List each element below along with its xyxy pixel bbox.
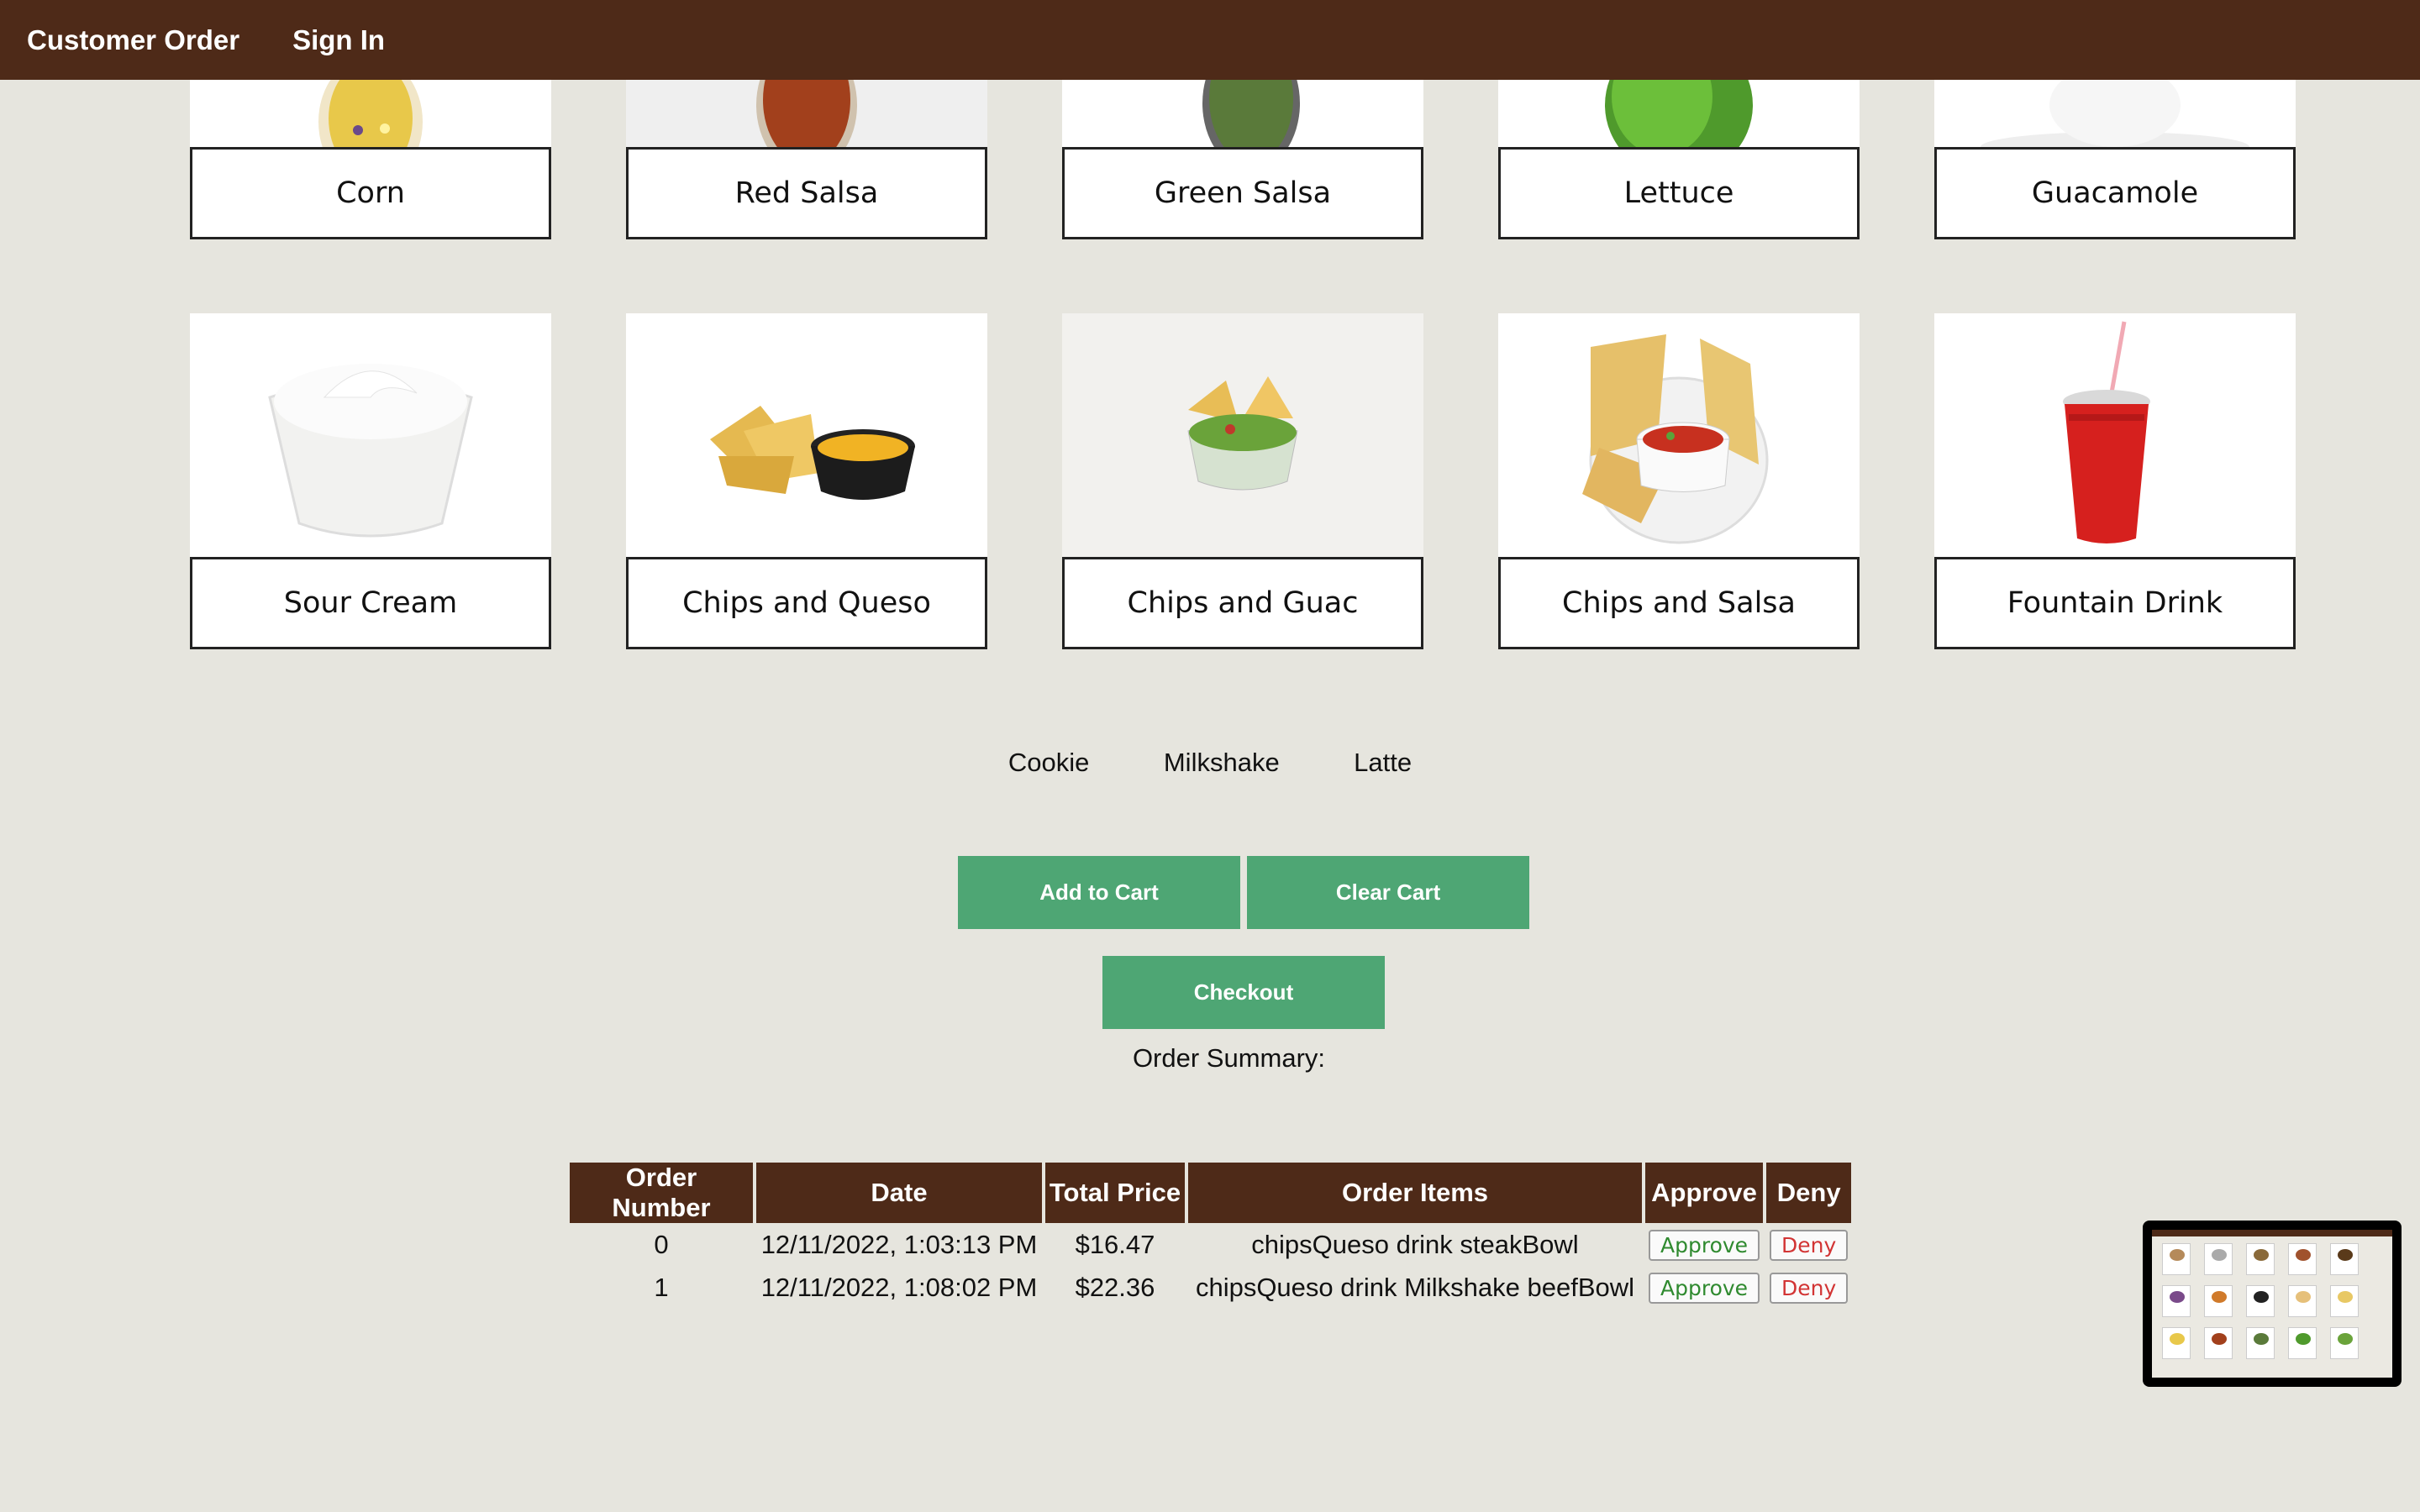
menu-item-label: Corn [190, 147, 551, 239]
menu-item-label: Sour Cream [190, 557, 551, 649]
sour-cream-image [190, 313, 551, 557]
order-total-cell: $22.36 [1075, 1272, 1155, 1302]
preview-cell [2162, 1285, 2191, 1317]
preview-cell [2330, 1285, 2359, 1317]
menu-item-chips-salsa[interactable]: Chips and Salsa [1498, 313, 1860, 649]
menu-item-fountain-drink[interactable]: Fountain Drink [1934, 313, 2296, 649]
approve-button[interactable]: Approve [1649, 1272, 1760, 1304]
menu-item-label: Chips and Queso [626, 557, 987, 649]
deny-cell: Deny [1766, 1266, 1851, 1309]
order-total-cell: $16.47 [1075, 1229, 1155, 1259]
corn-bowl-image [190, 80, 551, 147]
col-order-number: Order Number [570, 1163, 753, 1223]
preview-screen [2152, 1230, 2392, 1378]
chips-queso-image [626, 313, 987, 557]
preview-cell [2204, 1285, 2233, 1317]
preview-cell [2330, 1243, 2359, 1275]
extra-item-milkshake[interactable]: Milkshake [1164, 748, 1280, 777]
menu-item-lettuce[interactable]: Lettuce [1498, 80, 1860, 239]
preview-cell [2162, 1243, 2191, 1275]
menu-item-label: Chips and Guac [1062, 557, 1423, 649]
approve-cell: Approve [1645, 1266, 1763, 1309]
deny-button[interactable]: Deny [1770, 1272, 1849, 1304]
screen-preview-thumbnail[interactable] [2143, 1221, 2402, 1387]
menu-item-label: Lettuce [1498, 147, 1860, 239]
extra-item-cookie[interactable]: Cookie [1008, 748, 1090, 777]
table-row: 1 12/11/2022, 1:08:02 PM $22.36 chipsQue… [570, 1266, 1851, 1309]
approve-button[interactable]: Approve [1649, 1229, 1760, 1261]
order-number-cell: 1 [654, 1272, 669, 1302]
order-items-cell: chipsQueso drink Milkshake beefBowl [1195, 1272, 1635, 1302]
order-summary-title: Order Summary: [1132, 1043, 1326, 1073]
checkout-button[interactable]: Checkout [1102, 956, 1385, 1029]
preview-cell [2162, 1327, 2191, 1359]
col-order-items: Order Items [1188, 1163, 1642, 1223]
green-salsa-image [1062, 80, 1423, 147]
fountain-drink-image [1934, 313, 2296, 557]
preview-header-bar [2152, 1230, 2392, 1236]
col-deny: Deny [1766, 1163, 1852, 1223]
col-approve: Approve [1645, 1163, 1764, 1223]
clear-cart-button[interactable]: Clear Cart [1247, 856, 1529, 929]
order-date-cell: 12/11/2022, 1:03:13 PM [760, 1229, 1038, 1259]
table-row: 0 12/11/2022, 1:03:13 PM $16.47 chipsQue… [570, 1223, 1851, 1266]
menu-item-green-salsa[interactable]: Green Salsa [1062, 80, 1423, 239]
menu-item-chips-guac[interactable]: Chips and Guac [1062, 313, 1423, 649]
deny-button[interactable]: Deny [1770, 1229, 1849, 1261]
menu-item-label: Green Salsa [1062, 147, 1423, 239]
preview-cell [2246, 1327, 2275, 1359]
preview-cell [2288, 1285, 2317, 1317]
nav-customer-order[interactable]: Customer Order [27, 24, 239, 56]
approve-cell: Approve [1645, 1223, 1763, 1266]
orders-table: Order Number Date Total Price Order Item… [566, 1163, 1854, 1309]
menu-item-label: Chips and Salsa [1498, 557, 1860, 649]
menu-item-chips-queso[interactable]: Chips and Queso [626, 313, 987, 649]
preview-cell [2330, 1327, 2359, 1359]
menu-item-label: Red Salsa [626, 147, 987, 239]
menu-item-label: Fountain Drink [1934, 557, 2296, 649]
preview-cell [2204, 1243, 2233, 1275]
menu-item-sour-cream[interactable]: Sour Cream [190, 313, 551, 649]
col-total-price: Total Price [1045, 1163, 1185, 1223]
preview-cell [2204, 1327, 2233, 1359]
deny-cell: Deny [1766, 1223, 1851, 1266]
menu-item-label: Guacamole [1934, 147, 2296, 239]
chips-salsa-image [1498, 313, 1860, 557]
guacamole-image [1934, 80, 2296, 147]
order-date-cell: 12/11/2022, 1:08:02 PM [760, 1272, 1038, 1302]
chips-guac-image [1062, 313, 1423, 557]
menu-item-corn[interactable]: Corn [190, 80, 551, 239]
col-date: Date [756, 1163, 1042, 1223]
red-salsa-image [626, 80, 987, 147]
extras-list: Cookie Milkshake Latte [0, 748, 2420, 778]
preview-cell [2246, 1243, 2275, 1275]
menu-item-red-salsa[interactable]: Red Salsa [626, 80, 987, 239]
extra-item-latte[interactable]: Latte [1354, 748, 1412, 777]
preview-cell [2246, 1285, 2275, 1317]
preview-cell [2288, 1327, 2317, 1359]
menu-item-guacamole[interactable]: Guacamole [1934, 80, 2296, 239]
preview-cell [2288, 1243, 2317, 1275]
add-to-cart-button[interactable]: Add to Cart [958, 856, 1240, 929]
lettuce-image [1498, 80, 1860, 147]
nav-sign-in[interactable]: Sign In [292, 24, 385, 56]
order-items-cell: chipsQueso drink steakBowl [1251, 1229, 1579, 1259]
table-header-row: Order Number Date Total Price Order Item… [570, 1163, 1852, 1223]
top-nav-bar: Customer Order Sign In [0, 0, 2420, 80]
order-number-cell: 0 [654, 1229, 669, 1259]
